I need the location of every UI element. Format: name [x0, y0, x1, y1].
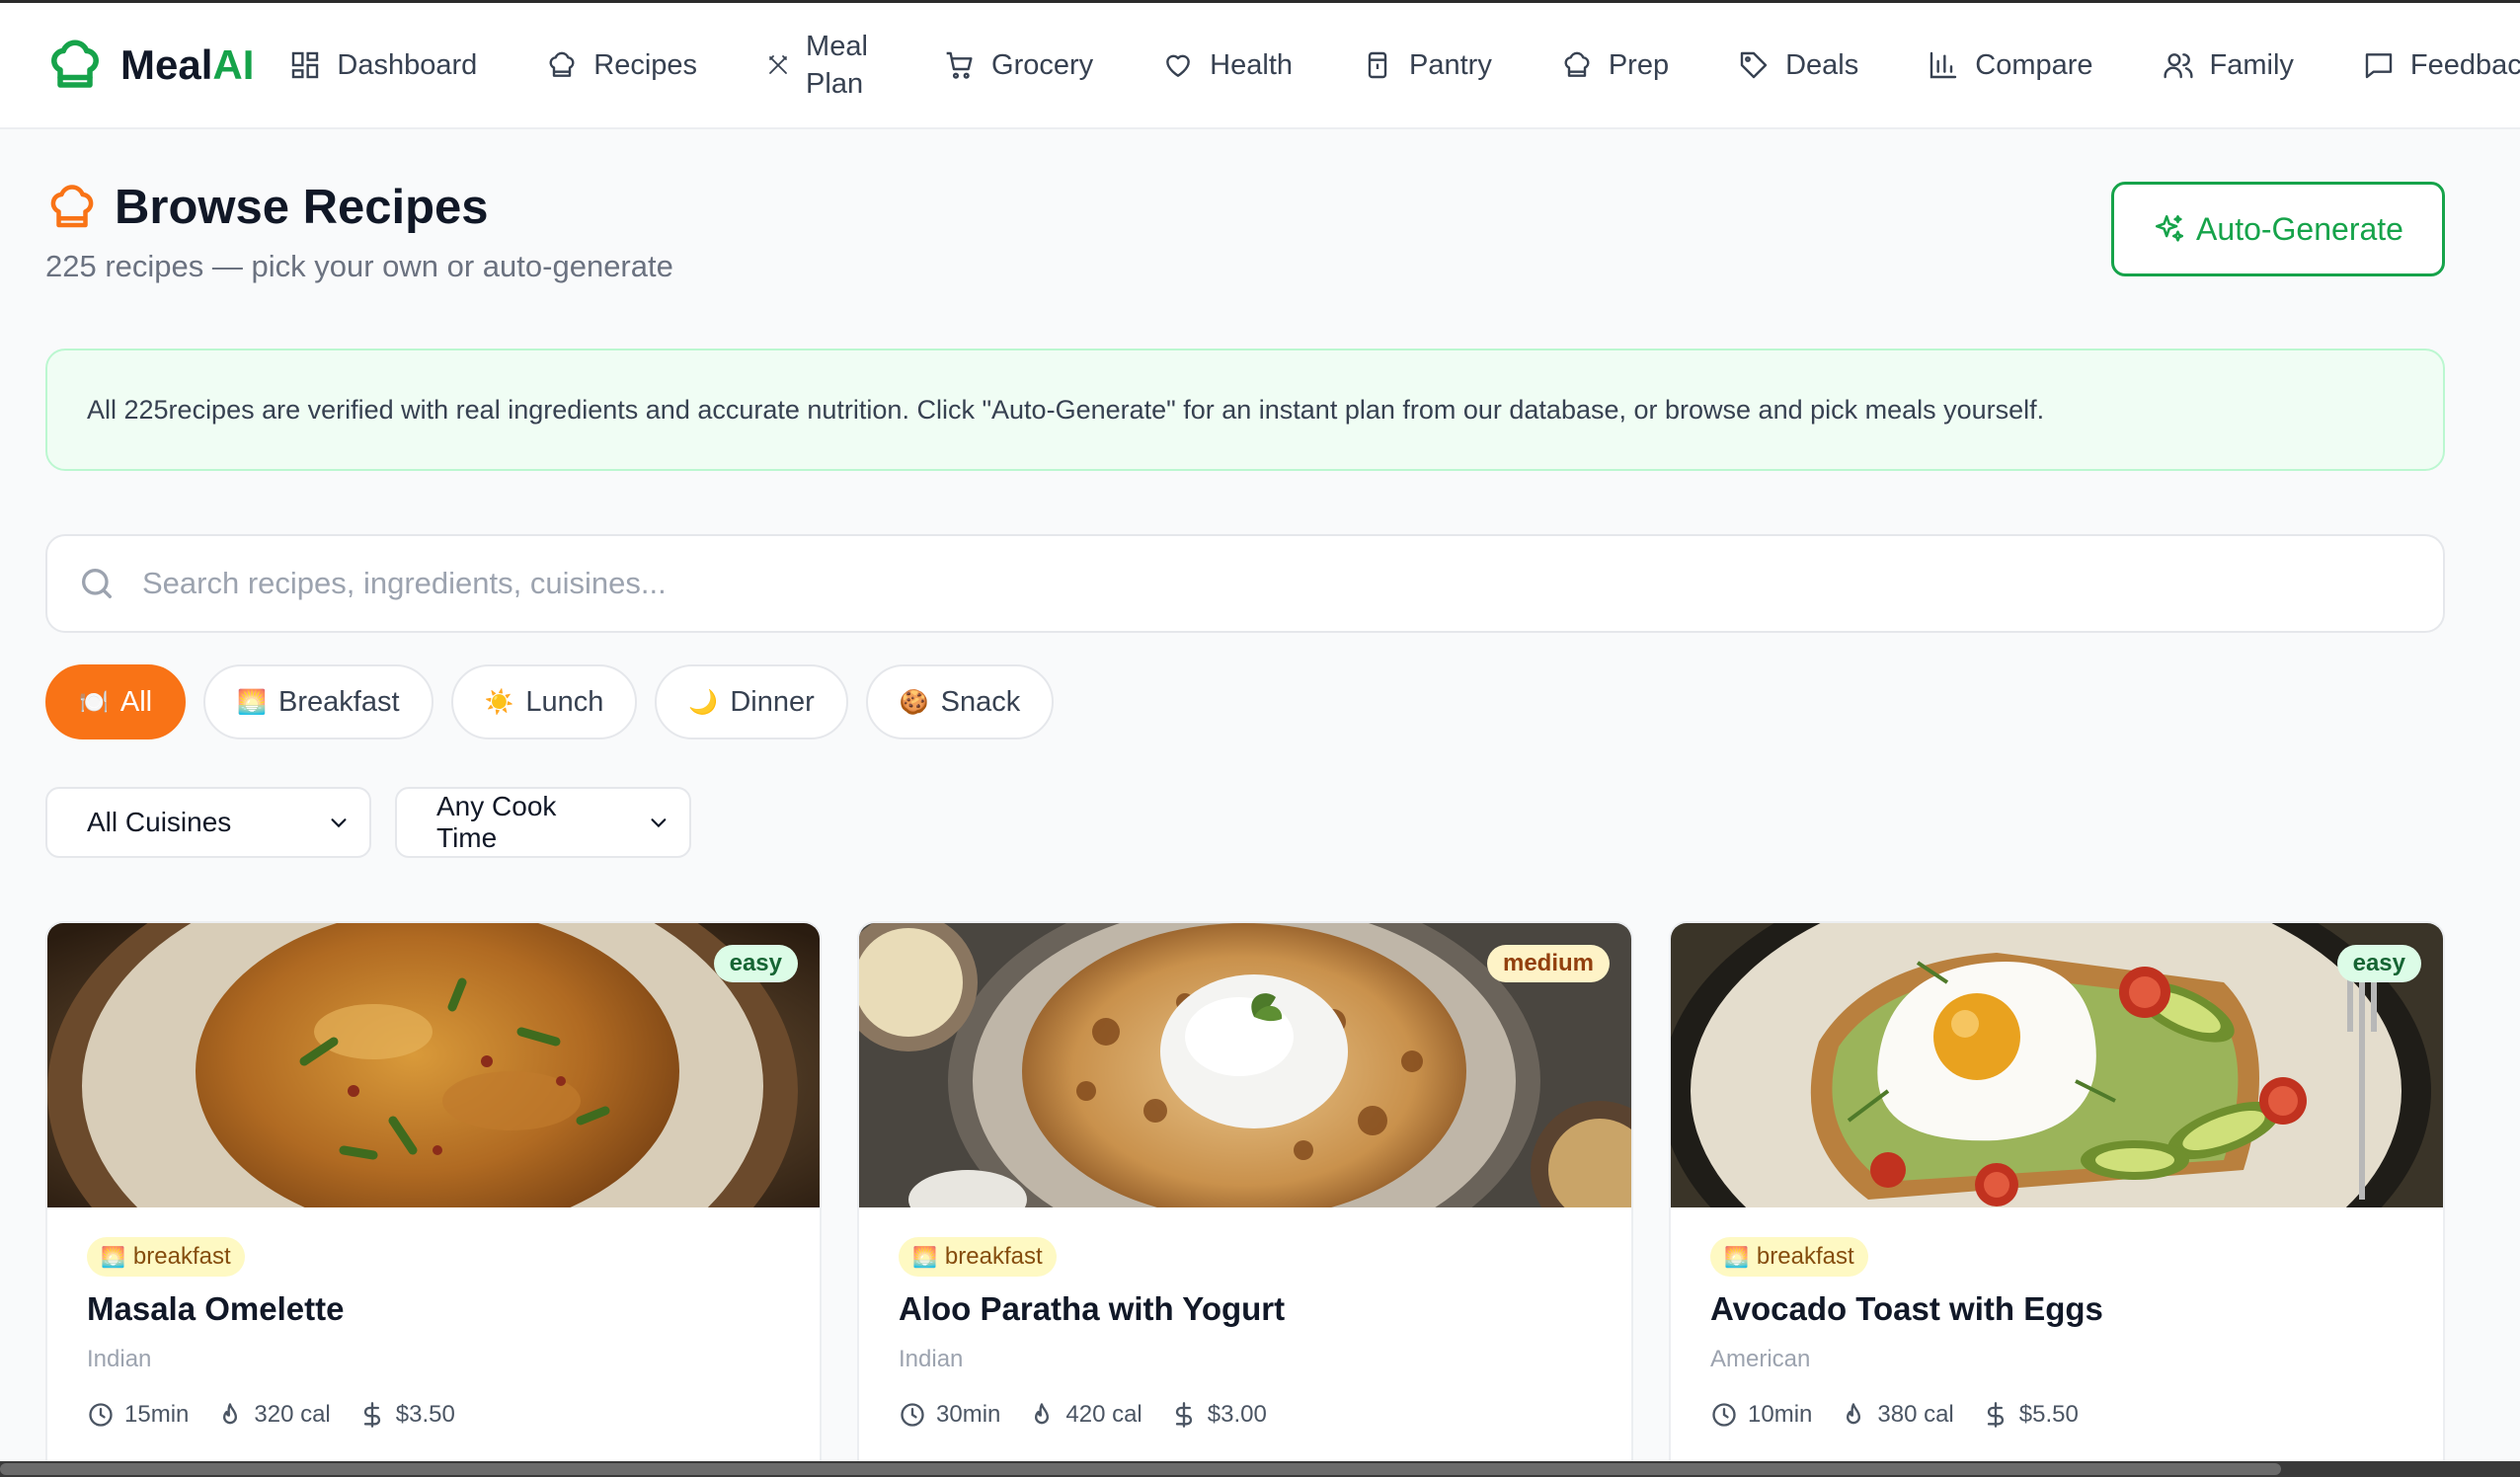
calories: 420 cal [1028, 1401, 1142, 1429]
meal-type-badge: 🌅 breakfast [1710, 1237, 1868, 1277]
difficulty-badge: medium [1486, 945, 1610, 982]
cook-time: 30min [899, 1401, 1000, 1429]
bar-chart-icon [1930, 51, 1957, 79]
cost: $3.50 [358, 1401, 455, 1429]
difficulty-badge: easy [2336, 945, 2421, 982]
chef-hat-logo-icon [51, 39, 99, 88]
filter-chip-all[interactable]: 🍽️ All [45, 664, 187, 739]
meal-type-badge: 🌅 breakfast [899, 1237, 1057, 1277]
filter-chip-breakfast[interactable]: 🌅 Breakfast [203, 664, 433, 739]
recipe-title: Masala Omelette [87, 1290, 345, 1327]
cost: $5.50 [1982, 1401, 2079, 1429]
dropdown-filters: All Cuisines Any Cook Time [45, 787, 715, 858]
recipe-card[interactable]: easy 🌅 breakfast Masala Omelette Indian … [45, 921, 822, 1477]
calories: 380 cal [1840, 1401, 1954, 1429]
omelette-photo [47, 923, 820, 1207]
recipe-title: Avocado Toast with Eggs [1710, 1290, 2103, 1327]
heart-icon [1166, 54, 1191, 77]
dollar-icon [1987, 1402, 2004, 1428]
page-header: Browse Recipes 225 recipes — pick your o… [45, 180, 673, 284]
recipe-image-masala-omelette: easy [47, 923, 820, 1207]
nav-deals[interactable]: Deals [1738, 49, 1858, 82]
plate-icon: 🍽️ [79, 688, 109, 716]
recipe-cuisine: American [1710, 1346, 1811, 1372]
sunrise-icon: 🌅 [912, 1245, 937, 1269]
sunrise-icon: 🌅 [237, 688, 268, 716]
cook-time-select[interactable]: Any Cook Time [395, 787, 691, 858]
grid-icon [292, 51, 319, 79]
page-title: Browse Recipes [115, 181, 489, 234]
clock-icon [89, 1403, 113, 1427]
sparkles-icon [2156, 214, 2184, 242]
recipe-card[interactable]: easy 🌅 breakfast Avocado Toast with Eggs… [1669, 921, 2445, 1477]
recipe-title: Aloo Paratha with Yogurt [899, 1290, 1286, 1327]
nav-feedback[interactable]: Feedback [2363, 49, 2520, 82]
nav-recipes[interactable]: Recipes [546, 49, 697, 82]
nav-pantry[interactable]: Pantry [1362, 49, 1492, 82]
nav-compare[interactable]: Compare [1928, 49, 2093, 82]
filter-chip-dinner[interactable]: 🌙 Dinner [655, 664, 848, 739]
message-icon [2365, 53, 2393, 79]
flame-icon [1035, 1403, 1050, 1425]
clock-icon [901, 1403, 924, 1427]
nav-prep[interactable]: Prep [1561, 49, 1669, 82]
info-text: All 225recipes are verified with real in… [87, 394, 2045, 425]
recipe-cuisine: Indian [899, 1346, 964, 1372]
recipe-card[interactable]: medium 🌅 breakfast Aloo Paratha with Yog… [857, 921, 1633, 1477]
scrollbar-thumb[interactable] [0, 1463, 2281, 1475]
cookie-icon: 🍪 [899, 688, 929, 716]
page-subtitle: 225 recipes — pick your own or auto-gene… [45, 249, 673, 283]
chef-hat-icon [50, 185, 94, 228]
top-nav: MealAI Dashboard Recipes Meal Plan Groce… [0, 3, 2520, 129]
tag-icon [1740, 51, 1768, 79]
brand-name: MealAI [120, 41, 255, 88]
search-bar [45, 534, 2445, 633]
calories: 320 cal [216, 1401, 331, 1429]
nav-family[interactable]: Family [2163, 49, 2294, 82]
recipe-image-avocado-toast: easy [1671, 923, 2443, 1207]
dollar-icon [1175, 1402, 1192, 1428]
moon-icon: 🌙 [688, 688, 719, 716]
chevron-down-icon [651, 818, 667, 828]
meal-type-badge: 🌅 breakfast [87, 1237, 245, 1277]
cuisine-select[interactable]: All Cuisines [45, 787, 371, 858]
users-icon [2163, 53, 2193, 79]
filter-chip-snack[interactable]: 🍪 Snack [865, 664, 1055, 739]
meal-type-filters: 🍽️ All 🌅 Breakfast ☀️ Lunch 🌙 Dinner 🍪 S… [45, 664, 1071, 739]
sun-icon: ☀️ [484, 688, 514, 716]
chevron-down-icon [331, 818, 347, 828]
search-input[interactable] [142, 566, 2315, 601]
cook-time: 10min [1710, 1401, 1812, 1429]
nav-meal-plan[interactable]: Meal Plan [766, 28, 875, 103]
brand-logo[interactable]: MealAI [45, 36, 254, 95]
utensils-icon [769, 55, 787, 74]
flame-icon [1847, 1403, 1861, 1425]
filter-chip-lunch[interactable]: ☀️ Lunch [450, 664, 638, 739]
nav-health[interactable]: Health [1162, 49, 1293, 82]
difficulty-badge: easy [713, 945, 798, 982]
dollar-icon [363, 1402, 380, 1428]
flame-icon [223, 1403, 238, 1425]
clock-icon [1712, 1403, 1736, 1427]
chef-hat-icon [1564, 51, 1590, 77]
chef-hat-icon [549, 51, 575, 77]
info-banner: All 225recipes are verified with real in… [45, 349, 2445, 471]
avocado-toast-photo [1671, 923, 2443, 1207]
horizontal-scrollbar[interactable] [0, 1461, 2520, 1477]
recipe-cuisine: Indian [87, 1346, 152, 1372]
sunrise-icon: 🌅 [101, 1245, 125, 1269]
sunrise-icon: 🌅 [1724, 1245, 1749, 1269]
nav-dashboard[interactable]: Dashboard [289, 49, 477, 82]
auto-generate-button[interactable]: Auto-Generate [2111, 182, 2445, 276]
recipe-image-aloo-paratha: medium [859, 923, 1631, 1207]
cook-time: 15min [87, 1401, 189, 1429]
cost: $3.00 [1170, 1401, 1267, 1429]
jar-icon [1368, 51, 1387, 79]
cart-icon [946, 51, 973, 79]
search-icon [82, 569, 113, 598]
nav-grocery[interactable]: Grocery [944, 49, 1093, 82]
